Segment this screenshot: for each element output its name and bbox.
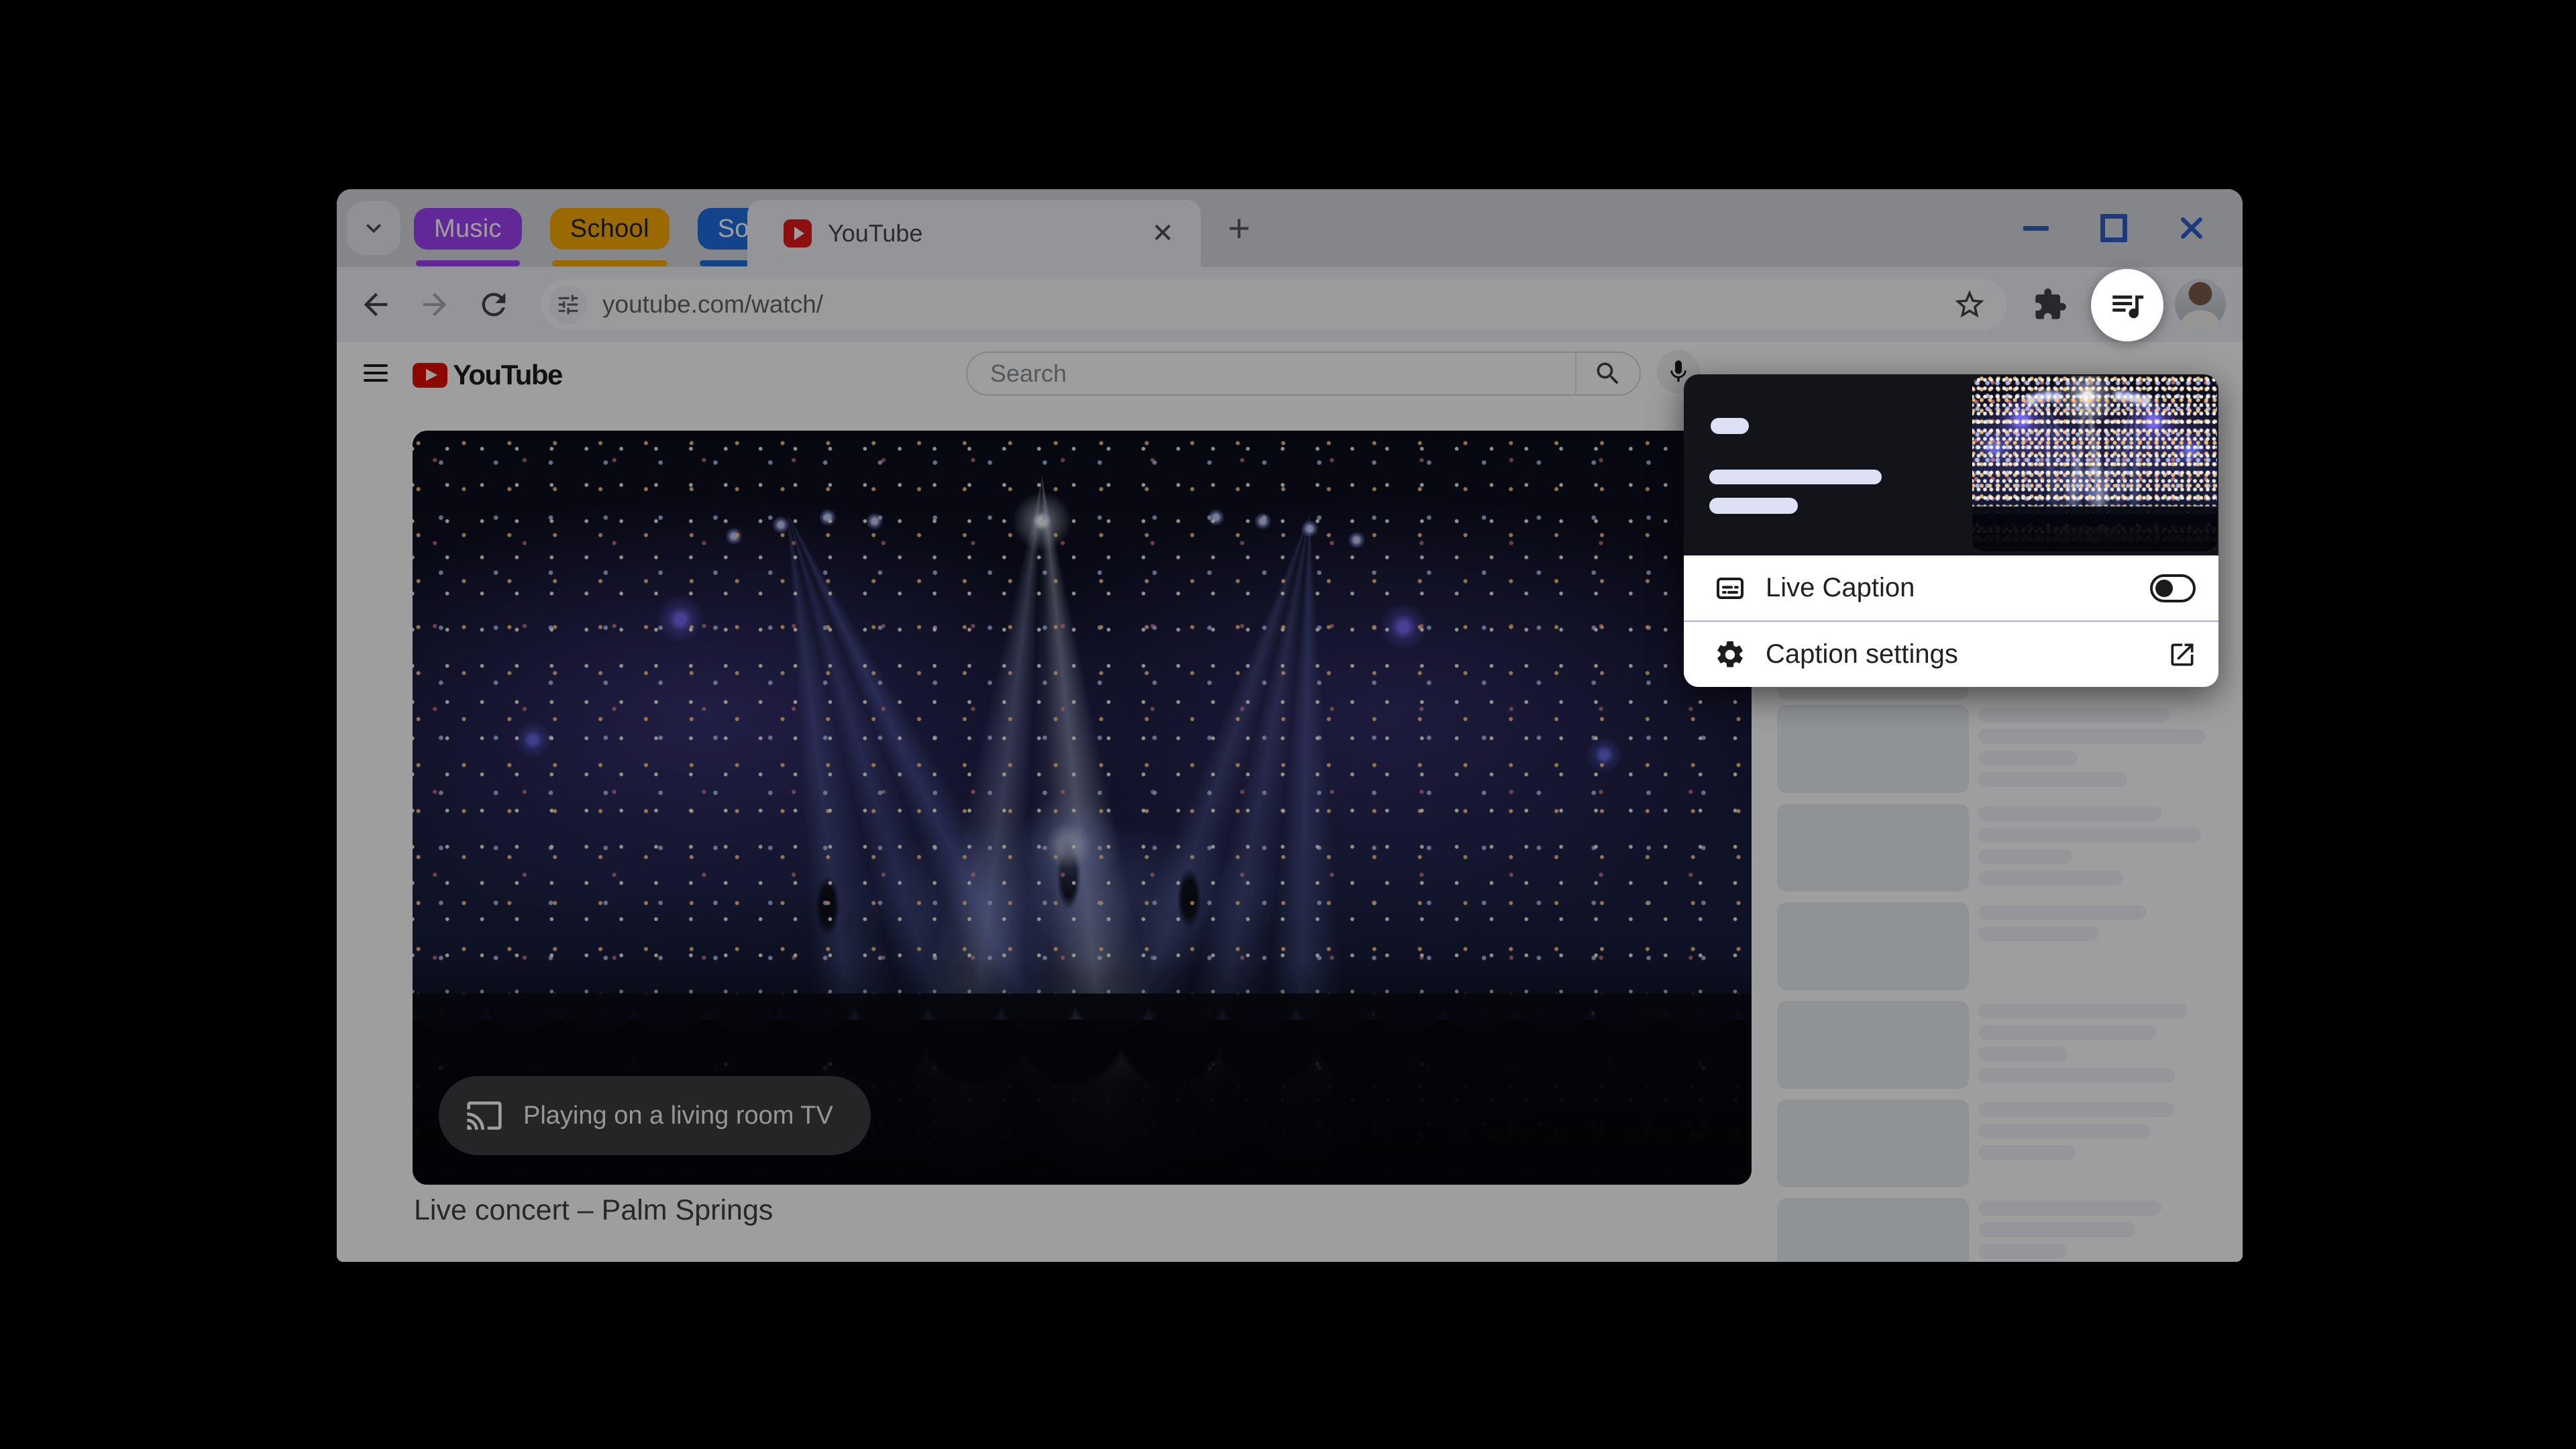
media-controls-button[interactable] <box>2091 269 2163 341</box>
dim-overlay <box>337 189 2243 1262</box>
caption-settings-label: Caption settings <box>1766 639 1958 669</box>
browser-window: MusicSchoolSocial YouTube ✕ + <box>337 189 2243 1262</box>
closed-caption-icon <box>1714 572 1746 604</box>
media-controls-popup: Live Caption Caption settings <box>1684 374 2218 687</box>
queue-music-icon <box>2112 295 2144 319</box>
media-thumbnail <box>1972 376 2217 551</box>
live-caption-toggle[interactable] <box>2150 574 2196 602</box>
media-source-skeleton <box>1711 418 1749 434</box>
media-session-panel <box>1684 374 2218 616</box>
caption-settings-row[interactable]: Caption settings <box>1684 622 2218 687</box>
media-artist-skeleton <box>1709 498 1798 514</box>
gear-icon <box>1714 639 1746 671</box>
open-in-new-icon <box>2167 640 2197 669</box>
media-title-skeleton <box>1709 470 1882 484</box>
screenshot-stage: MusicSchoolSocial YouTube ✕ + <box>0 0 2576 1449</box>
media-thumbnail-crowd <box>1972 498 2217 551</box>
toggle-knob <box>2155 579 2173 597</box>
live-caption-label: Live Caption <box>1766 573 1915 602</box>
live-caption-row[interactable]: Live Caption <box>1684 555 2218 621</box>
